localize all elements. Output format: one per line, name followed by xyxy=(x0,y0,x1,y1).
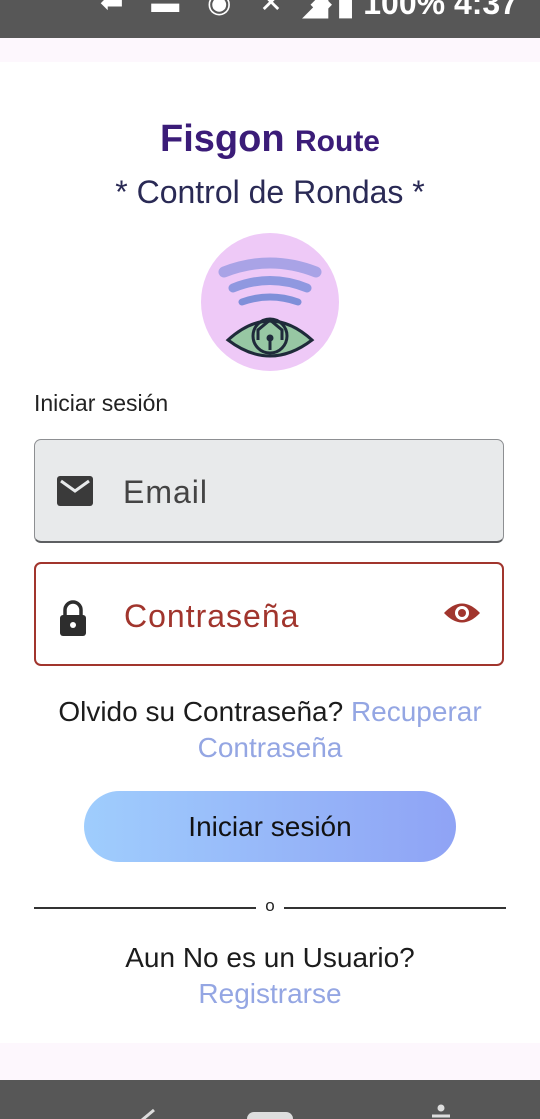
home-nav-icon[interactable] xyxy=(247,1112,293,1119)
forgot-password-row: Olvido su Contraseña? Recuperar Contrase… xyxy=(30,694,510,766)
app-subtitle: * Control de Rondas * xyxy=(115,174,425,210)
back-nav-icon[interactable] xyxy=(140,1108,160,1119)
lock-icon xyxy=(60,600,86,636)
app-title-sub: Route xyxy=(295,125,380,158)
register-link[interactable]: Registrarse xyxy=(0,976,540,1012)
navigation-bar xyxy=(0,1080,540,1119)
no-account-text: Aun No es un Usuario? xyxy=(125,942,415,973)
app-title: Fisgon Route xyxy=(0,118,540,161)
mail-icon xyxy=(57,476,93,506)
status-battery-time: ◢ ▮ 100% 4:37 xyxy=(303,0,518,21)
password-field[interactable]: Contraseña xyxy=(34,562,504,666)
eye-icon[interactable] xyxy=(442,600,482,626)
login-button[interactable]: Iniciar sesión xyxy=(84,791,456,862)
status-bar: ⬅ ▬ ◉ ✕ ◆ ◢ ▮ 100% 4:37 xyxy=(0,0,540,38)
register-row: Aun No es un Usuario? Registrarse xyxy=(0,940,540,1012)
login-section-label: Iniciar sesión xyxy=(34,390,169,416)
email-field[interactable]: Email xyxy=(34,439,504,543)
divider-or-text: o xyxy=(265,896,275,915)
accessibility-icon[interactable] xyxy=(430,1104,452,1119)
forgot-password-text: Olvido su Contraseña? xyxy=(58,696,344,727)
password-placeholder: Contraseña xyxy=(124,598,300,634)
fisgon-logo-icon xyxy=(201,233,339,371)
email-placeholder: Email xyxy=(123,474,209,510)
divider-line-right xyxy=(284,907,506,909)
divider: o xyxy=(34,896,506,917)
app-title-main: Fisgon xyxy=(160,118,285,160)
